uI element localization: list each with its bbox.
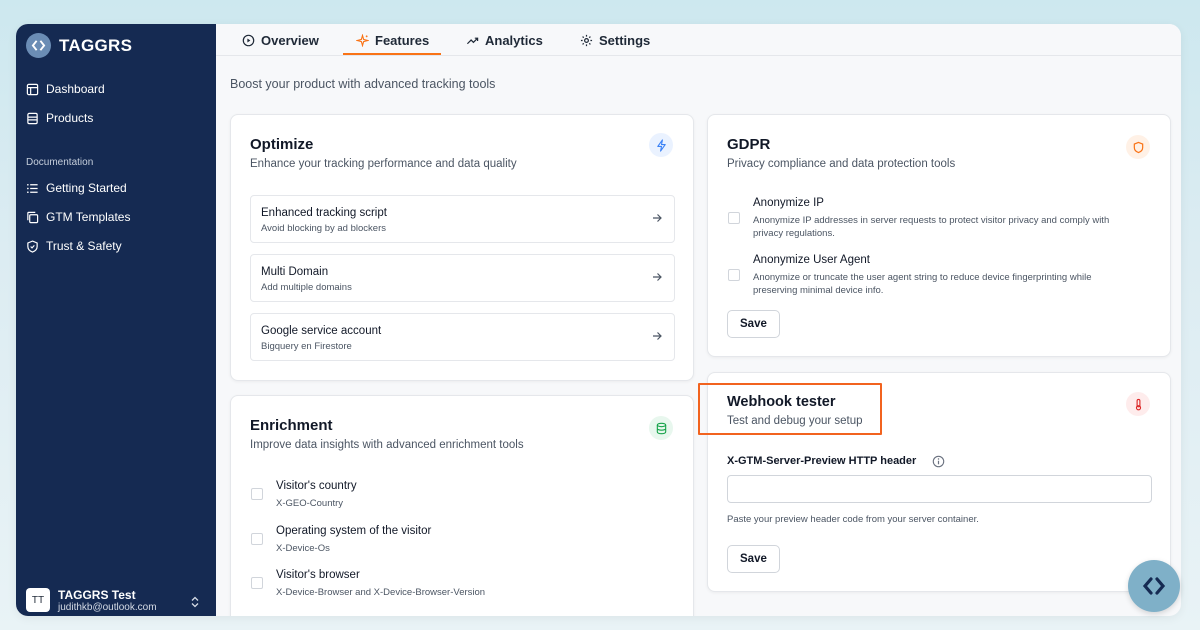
list-icon xyxy=(27,183,38,193)
option-description-line: privacy regulations. xyxy=(753,228,835,239)
sidebar: TAGGRS Dashboard Products Documentation … xyxy=(16,24,216,616)
user-email: judithkb@outlook.com xyxy=(58,602,157,613)
option-description: Anonymize IP addresses in server request… xyxy=(753,214,1109,240)
tab-label: Analytics xyxy=(485,33,543,48)
arrow-right-icon xyxy=(653,273,662,281)
highlight-box xyxy=(698,383,882,435)
user-name: TAGGRS Test xyxy=(58,588,136,602)
visitor-os-checkbox[interactable] xyxy=(251,533,263,545)
option-header: X-Device-Os xyxy=(276,543,330,554)
tab-bar: Overview Features Analytics Settings xyxy=(216,24,1181,56)
card-title: GDPR xyxy=(727,136,771,153)
tab-analytics[interactable]: Analytics xyxy=(466,33,543,48)
option-header: X-GEO-Country xyxy=(276,498,344,509)
option-description-line: Anonymize IP addresses in server request… xyxy=(753,215,1110,226)
card-description: Enhance your tracking performance and da… xyxy=(250,158,517,170)
card-title: Enrichment xyxy=(250,417,333,434)
lightning-icon xyxy=(649,133,673,157)
sidebar-item-label: GTM Templates xyxy=(46,210,131,224)
anonymize-user-agent-checkbox[interactable] xyxy=(728,269,740,281)
sparkle-icon xyxy=(356,34,369,47)
arrow-right-icon xyxy=(653,332,662,340)
page-subtitle: Boost your product with advanced trackin… xyxy=(230,77,496,91)
info-icon[interactable] xyxy=(932,455,945,468)
option-title: Anonymize IP xyxy=(753,197,824,209)
option-description: Anonymize or truncate the user agent str… xyxy=(753,271,1092,297)
products-icon xyxy=(27,112,38,124)
tab-label: Features xyxy=(375,33,430,48)
anonymize-ip-checkbox[interactable] xyxy=(728,212,740,224)
feature-enhanced-tracking-script[interactable]: Enhanced tracking script Avoid blocking … xyxy=(250,195,675,243)
sidebar-item-dashboard[interactable]: Dashboard xyxy=(26,80,105,98)
avatar: TT xyxy=(26,588,50,612)
card-description: Privacy compliance and data protection t… xyxy=(727,158,956,170)
sidebar-item-label: Dashboard xyxy=(46,82,105,96)
user-menu[interactable]: TT TAGGRS Test judithkb@outlook.com xyxy=(26,588,157,613)
optimize-card: Optimize Enhance your tracking performan… xyxy=(230,114,694,381)
sidebar-item-label: Products xyxy=(46,111,94,125)
visitor-browser-checkbox[interactable] xyxy=(251,577,263,589)
copy-icon xyxy=(27,211,39,223)
feature-subtitle: Bigquery en Firestore xyxy=(261,341,352,352)
tab-settings[interactable]: Settings xyxy=(580,33,650,48)
feature-name: Enhanced tracking script xyxy=(261,207,387,219)
arrow-right-icon xyxy=(653,214,662,222)
feature-google-service-account[interactable]: Google service account Bigquery en Fires… xyxy=(250,313,675,361)
card-description: Improve data insights with advanced enri… xyxy=(250,439,524,451)
feature-multi-domain[interactable]: Multi Domain Add multiple domains xyxy=(250,254,675,302)
trend-up-icon xyxy=(466,37,479,45)
sidebar-item-label: Trust & Safety xyxy=(46,239,122,253)
tab-features[interactable]: Features xyxy=(356,33,429,48)
card-title: Optimize xyxy=(250,136,314,153)
option-description-line: Anonymize or truncate the user agent str… xyxy=(753,272,1092,283)
sidebar-section-documentation: Documentation xyxy=(26,157,94,168)
shield-icon xyxy=(1126,135,1150,159)
feature-subtitle: Avoid blocking by ad blockers xyxy=(261,223,386,234)
option-title: Operating system of the visitor xyxy=(276,525,432,537)
chevron-up-down-icon[interactable] xyxy=(190,596,200,611)
support-chat-button[interactable] xyxy=(1128,560,1180,612)
field-help-text: Paste your preview header code from your… xyxy=(727,514,979,525)
preview-header-input[interactable] xyxy=(727,475,1152,503)
sidebar-item-label: Getting Started xyxy=(46,181,127,195)
sidebar-item-gtm-templates[interactable]: GTM Templates xyxy=(26,208,130,226)
sidebar-item-products[interactable]: Products xyxy=(26,109,93,127)
gdpr-save-button[interactable]: Save xyxy=(727,310,780,338)
sidebar-item-trust-safety[interactable]: Trust & Safety xyxy=(26,237,122,255)
dashboard-icon xyxy=(26,83,39,95)
tab-overview[interactable]: Overview xyxy=(242,33,319,48)
option-title: Visitor's country xyxy=(276,480,357,492)
sidebar-item-getting-started[interactable]: Getting Started xyxy=(26,179,127,197)
field-label: X-GTM-Server-Preview HTTP header xyxy=(727,455,917,467)
tab-label: Overview xyxy=(261,33,319,48)
gdpr-card: GDPR Privacy compliance and data protect… xyxy=(707,114,1171,357)
option-title: Visitor's browser xyxy=(276,569,360,581)
feature-name: Multi Domain xyxy=(261,266,329,278)
code-brackets-icon xyxy=(1142,577,1166,595)
database-icon xyxy=(649,416,673,440)
tab-label: Settings xyxy=(599,33,651,48)
play-circle-icon xyxy=(242,34,255,47)
active-tab-indicator xyxy=(343,53,441,55)
brand-name: TAGGRS xyxy=(59,35,133,55)
option-description-line: preserving minimal device info. xyxy=(753,285,884,296)
brand-logo[interactable]: TAGGRS xyxy=(26,33,132,58)
shield-icon xyxy=(27,239,38,253)
thermometer-icon xyxy=(1126,392,1150,416)
webhook-save-button[interactable]: Save xyxy=(727,545,780,573)
app-window: TAGGRS Dashboard Products Documentation … xyxy=(16,24,1181,616)
feature-subtitle: Add multiple domains xyxy=(261,282,352,293)
feature-name: Google service account xyxy=(261,325,382,337)
gear-icon xyxy=(580,34,593,47)
visitor-country-checkbox[interactable] xyxy=(251,488,263,500)
option-header: X-Device-Browser and X-Device-Browser-Ve… xyxy=(276,587,486,598)
option-title: Anonymize User Agent xyxy=(753,254,870,266)
enrichment-card: Enrichment Improve data insights with ad… xyxy=(230,395,694,616)
logo-mark-icon xyxy=(26,33,51,58)
